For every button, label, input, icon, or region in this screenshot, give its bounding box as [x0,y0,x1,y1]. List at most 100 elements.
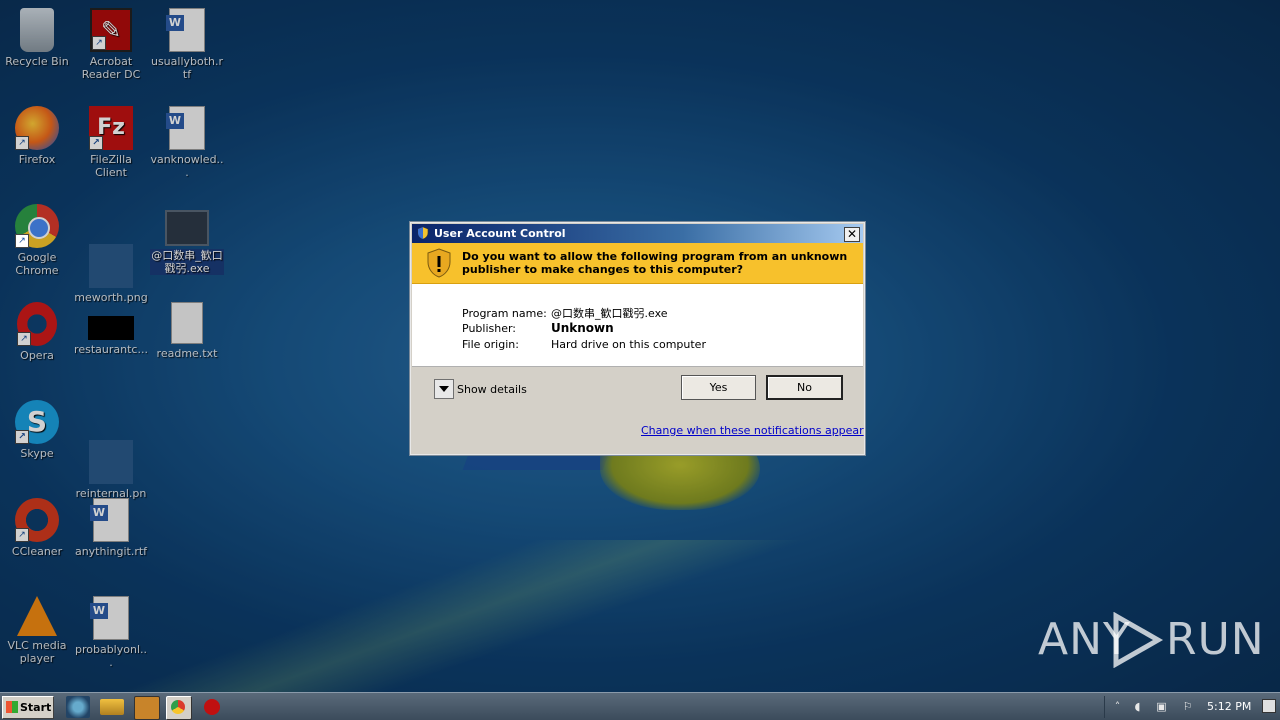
shortcut-arrow-icon: ↗ [15,234,29,248]
icon-label: usuallyboth.rtf [150,55,224,81]
desktop-icon-vanknowled[interactable]: W vanknowled... [150,106,224,179]
taskbar: Start ˄ ◖ ▣ ⚐ 5:12 PM [0,692,1280,720]
taskbar-clock[interactable]: 5:12 PM [1207,696,1251,718]
word-document-icon: W [166,8,205,52]
image-file-icon [89,244,133,288]
desktop-icon-restaurantc[interactable]: restaurantc... [74,302,148,356]
uac-warning-banner: Do you want to allow the following progr… [412,243,863,284]
taskbar-opera-icon[interactable] [204,699,220,715]
uac-shield-icon [417,226,429,240]
taskbar-chrome-icon[interactable] [166,696,192,720]
desktop-icon-anythingit[interactable]: W anythingit.rtf [74,498,148,558]
desktop-icon-acrobat[interactable]: ✎ ↗ Acrobat Reader DC [74,8,148,81]
image-file-icon [89,440,133,484]
desktop-icon-opera[interactable]: ↗ Opera [0,302,74,362]
tray-expand-icon[interactable]: ˄ [1111,701,1124,713]
icon-label: VLC media player [7,639,67,665]
firefox-icon: ↗ [15,106,59,150]
ccleaner-icon: ↗ [15,498,59,542]
icon-label: probablyonl... [74,643,147,669]
recycle-bin-icon [20,8,54,52]
desktop-icon-chrome[interactable]: ↗ Google Chrome [0,204,74,277]
desktop-icon-skype[interactable]: S ↗ Skype [0,400,74,460]
uac-question: Do you want to allow the following progr… [462,250,848,276]
desktop-icon-vlc[interactable]: VLC media player [0,596,74,665]
icon-label: Acrobat Reader DC [81,55,141,81]
icon-label: anythingit.rtf [74,545,148,558]
desktop-icon-readme[interactable]: readme.txt [150,302,224,360]
play-logo-icon [1113,612,1164,668]
shortcut-arrow-icon: ↗ [15,528,29,542]
icon-label: Recycle Bin [5,55,69,68]
close-button[interactable]: ✕ [844,227,860,242]
desktop-icon-firefox[interactable]: ↗ Firefox [0,106,74,166]
desktop-icon-exe[interactable]: @口数串_歓口戳弜.exe [150,204,224,275]
shortcut-arrow-icon: ↗ [89,136,103,150]
yes-button[interactable]: Yes [681,375,756,400]
icon-label: restaurantc... [74,343,148,356]
watermark-text-right: RUN [1166,614,1265,665]
text-document-icon [171,302,203,344]
desktop-icon-meworth[interactable]: meworth.png [74,204,148,304]
uac-info-panel: Program name: @口数串_歓口戳弜.exe Publisher: Unk… [412,284,863,367]
publisher-label: Publisher: [462,322,517,335]
start-label: Start [20,701,52,714]
icon-label: Opera [20,349,54,362]
opera-icon: ↗ [17,302,57,346]
uac-title: User Account Control [434,227,566,240]
icon-label: vanknowled... [150,153,224,179]
word-document-icon: W [90,498,129,542]
icon-label: Firefox [18,153,56,166]
icon-label: @口数串_歓口戳弜.exe [150,249,224,275]
publisher-row: Publisher: Unknown [462,321,614,335]
change-notifications-link[interactable]: Change when these notifications appear [641,424,864,437]
show-details-label[interactable]: Show details [457,383,527,396]
uac-dialog: User Account Control ✕ Do you want to al… [409,221,866,456]
icon-label: readme.txt [156,347,218,360]
program-name-row: Program name: @口数串_歓口戳弜.exe [462,305,668,321]
volume-icon[interactable]: ◖ [1131,701,1144,713]
file-origin-row: File origin: Hard drive on this computer [462,338,706,351]
desktop-icon-usuallyboth[interactable]: W usuallyboth.rtf [150,8,224,81]
shortcut-arrow-icon: ↗ [15,136,29,150]
taskbar-media-player-icon[interactable] [134,696,160,720]
anyrun-watermark: ANY RUN [1038,610,1264,670]
desktop-icon-ccleaner[interactable]: ↗ CCleaner [0,498,74,558]
taskbar-ie-icon[interactable] [66,696,90,718]
desktop-icon-filezilla[interactable]: Fz ↗ FileZilla Client [74,106,148,179]
uac-titlebar[interactable]: User Account Control ✕ [412,224,863,243]
word-document-icon: W [90,596,129,640]
executable-icon [165,210,209,246]
shortcut-arrow-icon: ↗ [92,36,106,50]
shortcut-arrow-icon: ↗ [15,430,29,444]
shortcut-arrow-icon: ↗ [17,332,31,346]
icon-label: Skype [20,447,54,460]
no-button[interactable]: No [766,375,843,400]
publisher-value: Unknown [551,321,614,335]
taskbar-explorer-icon[interactable] [100,699,124,715]
program-name-label: Program name: [462,307,547,320]
icon-label: CCleaner [11,545,63,558]
desktop-icon-reinternal[interactable]: reinternal.png [74,400,148,513]
chrome-icon: ↗ [15,204,59,248]
icon-label: FileZilla Client [90,153,132,179]
network-icon[interactable]: ▣ [1155,701,1168,713]
start-button[interactable]: Start [2,696,54,719]
icon-label: Google Chrome [15,251,59,277]
action-center-flag-icon[interactable]: ⚐ [1181,701,1194,713]
show-desktop-button[interactable] [1262,699,1276,713]
vlc-icon [17,596,57,636]
program-name-value: @口数串_歓口戳弜.exe [551,307,668,320]
windows-flag-icon [6,701,18,713]
filezilla-icon: Fz ↗ [89,106,133,150]
desktop-icon-probablyonl[interactable]: W probablyonl... [74,596,148,669]
desktop-icon-recycle-bin[interactable]: Recycle Bin [0,8,74,68]
word-document-icon: W [166,106,205,150]
skype-icon: S ↗ [15,400,59,444]
show-details-toggle[interactable] [434,379,454,399]
file-origin-label: File origin: [462,338,519,351]
file-origin-value: Hard drive on this computer [551,338,706,351]
warning-shield-icon [427,248,451,278]
file-thumbnail-icon [88,316,134,340]
close-icon: ✕ [846,227,858,241]
